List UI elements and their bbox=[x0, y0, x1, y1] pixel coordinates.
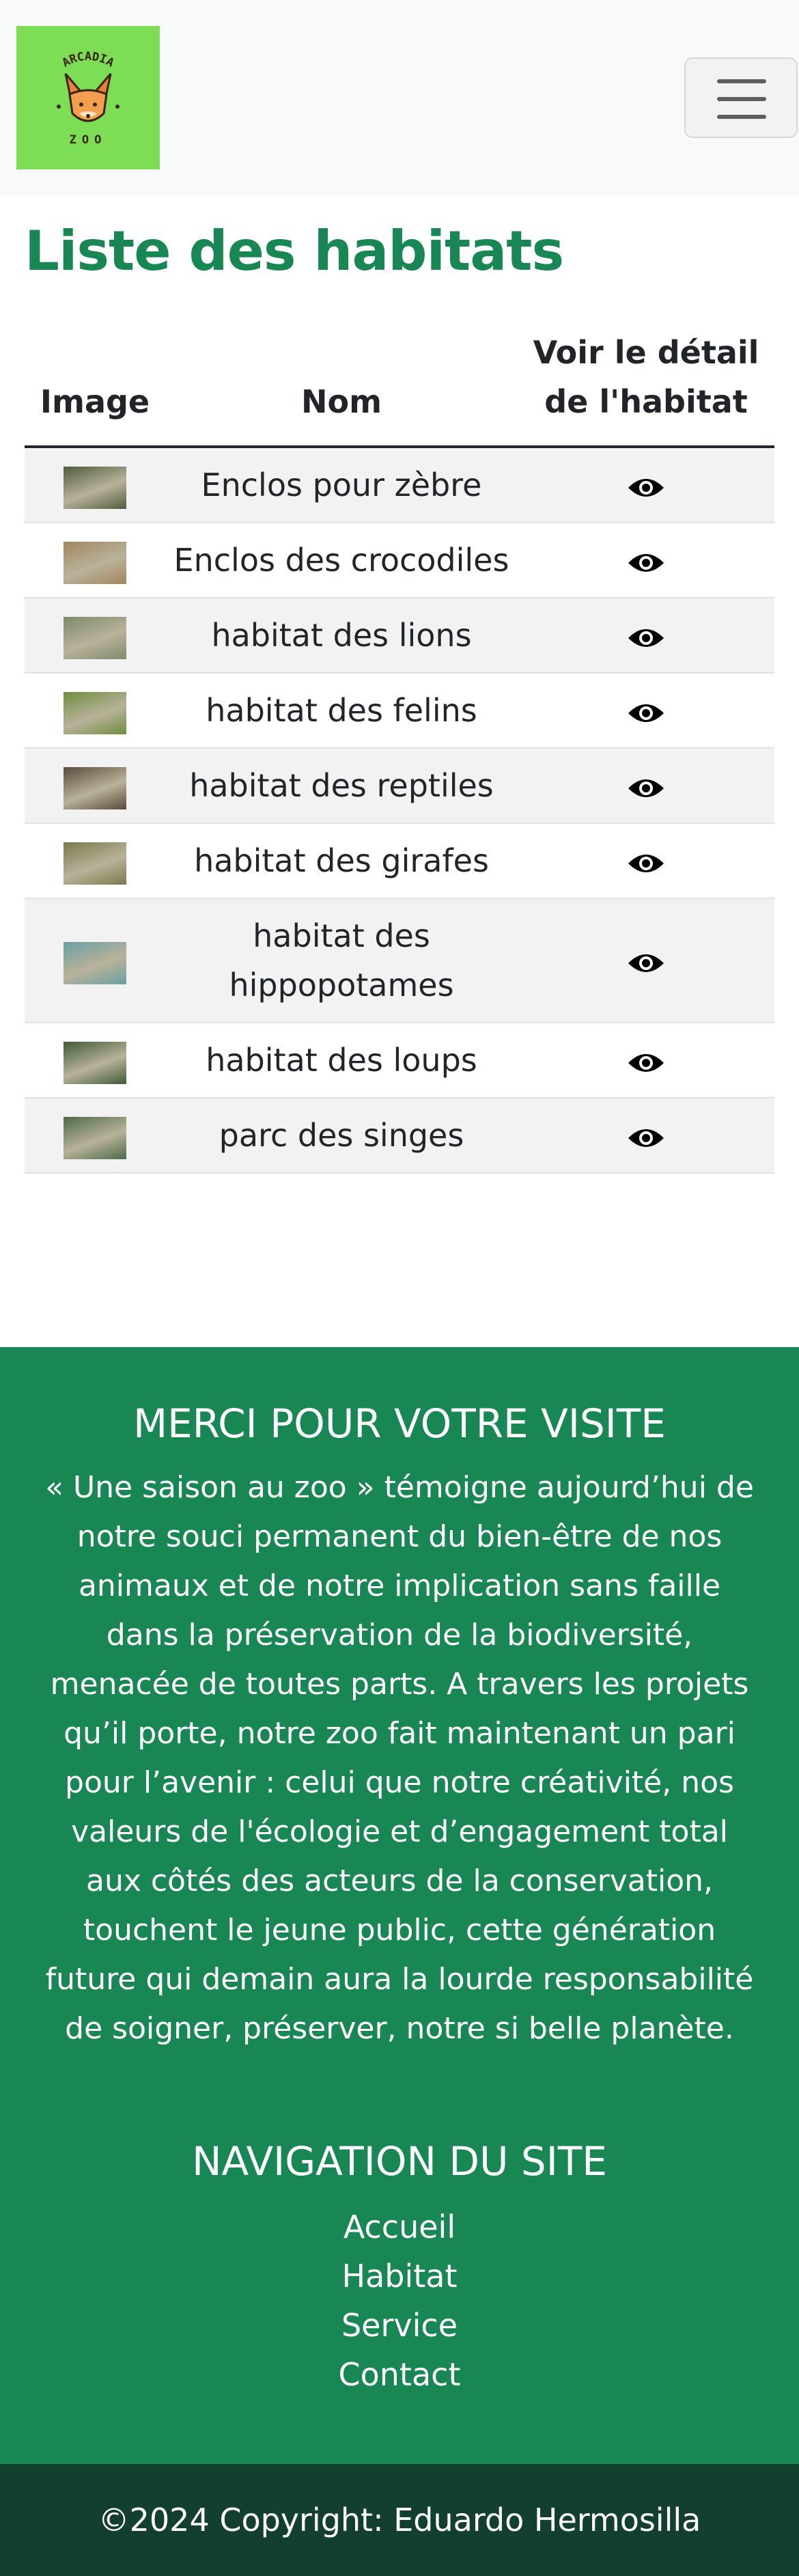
habitat-thumbnail bbox=[64, 466, 126, 509]
cell-image bbox=[25, 1098, 165, 1174]
nav-link-contact[interactable]: Contact bbox=[339, 2356, 461, 2393]
cell-habitat-name: habitat des reptiles bbox=[165, 748, 518, 824]
habitats-table: Image Nom Voir le détail de l'habitat En… bbox=[25, 321, 774, 1174]
habitat-thumbnail bbox=[64, 766, 126, 809]
copyright-text: ©2024 Copyright: Eduardo Hermosilla bbox=[98, 2502, 701, 2538]
cell-image bbox=[25, 898, 165, 1023]
site-logo[interactable]: ARCADIA ZOO bbox=[16, 26, 160, 169]
habitat-thumbnail bbox=[64, 616, 126, 659]
habitat-thumbnail bbox=[64, 842, 126, 885]
nav-title: NAVIGATION DU SITE bbox=[192, 2138, 607, 2185]
eye-icon bbox=[628, 553, 664, 572]
eye-icon bbox=[628, 478, 664, 497]
view-habitat-detail-link[interactable] bbox=[627, 942, 665, 979]
header-image: Image bbox=[25, 321, 165, 448]
view-habitat-detail-link[interactable] bbox=[627, 767, 665, 804]
cell-image bbox=[25, 823, 165, 899]
habitat-thumbnail bbox=[64, 1116, 126, 1159]
cell-image bbox=[25, 1023, 165, 1098]
eye-icon bbox=[628, 854, 664, 872]
footer: MERCI POUR VOTRE VISITE « Une saison au … bbox=[0, 1347, 799, 2464]
nav-link-accueil[interactable]: Accueil bbox=[344, 2208, 455, 2245]
svg-text:ARCADIA: ARCADIA bbox=[60, 50, 117, 70]
cell-detail bbox=[518, 898, 774, 1023]
cell-habitat-name: habitat des lions bbox=[165, 598, 518, 674]
table-row: habitat des hippopotames bbox=[25, 898, 774, 1023]
cell-habitat-name: habitat des hippopotames bbox=[165, 898, 518, 1023]
cell-detail bbox=[518, 823, 774, 899]
nav-link-habitat[interactable]: Habitat bbox=[341, 2258, 457, 2295]
cell-image bbox=[25, 748, 165, 824]
copyright-bar: ©2024 Copyright: Eduardo Hermosilla bbox=[0, 2464, 799, 2576]
view-habitat-detail-link[interactable] bbox=[627, 467, 665, 503]
cell-detail bbox=[518, 1098, 774, 1174]
cell-image bbox=[25, 598, 165, 674]
merci-title: MERCI POUR VOTRE VISITE bbox=[133, 1400, 666, 1447]
cell-detail bbox=[518, 748, 774, 824]
svg-text:ZOO: ZOO bbox=[70, 133, 107, 147]
habitat-thumbnail bbox=[64, 941, 126, 984]
footer-nav: Accueil Habitat Service Contact bbox=[0, 2202, 799, 2399]
view-habitat-detail-link[interactable] bbox=[627, 1042, 665, 1079]
merci-text: « Une saison au zoo » témoigne aujourd’h… bbox=[45, 1470, 754, 2046]
habitat-thumbnail bbox=[64, 541, 126, 584]
cell-habitat-name: habitat des girafes bbox=[165, 823, 518, 899]
eye-icon bbox=[628, 954, 664, 972]
header-detail: Voir le détail de l'habitat bbox=[518, 321, 774, 448]
habitat-thumbnail bbox=[64, 691, 126, 734]
table-row: habitat des lions bbox=[25, 598, 774, 674]
view-habitat-detail-link[interactable] bbox=[627, 692, 665, 729]
eye-icon bbox=[628, 779, 664, 797]
hamburger-icon-bar bbox=[717, 115, 766, 119]
cell-habitat-name: habitat des felins bbox=[165, 673, 518, 749]
table-row: parc des singes bbox=[25, 1098, 774, 1174]
cell-image bbox=[25, 447, 165, 523]
table-header-row: Image Nom Voir le détail de l'habitat bbox=[25, 321, 774, 448]
table-row: habitat des girafes bbox=[25, 823, 774, 899]
habitat-thumbnail bbox=[64, 1041, 126, 1084]
cell-habitat-name: Enclos des crocodiles bbox=[165, 523, 518, 598]
hamburger-icon-bar bbox=[717, 79, 766, 83]
cell-habitat-name: habitat des loups bbox=[165, 1023, 518, 1098]
nav-link-service[interactable]: Service bbox=[341, 2307, 458, 2344]
cell-habitat-name: Enclos pour zèbre bbox=[165, 447, 518, 523]
eye-icon bbox=[628, 1053, 664, 1072]
cell-detail bbox=[518, 598, 774, 674]
fox-logo-icon: ARCADIA ZOO bbox=[57, 50, 120, 147]
page-title: Liste des habitats bbox=[25, 219, 564, 283]
menu-toggle-button[interactable] bbox=[684, 57, 798, 138]
eye-icon bbox=[628, 704, 664, 722]
navbar: ARCADIA ZOO bbox=[0, 0, 799, 197]
table-row: habitat des loups bbox=[25, 1023, 774, 1098]
cell-detail bbox=[518, 1023, 774, 1098]
eye-icon bbox=[628, 628, 664, 647]
cell-image bbox=[25, 673, 165, 749]
header-name: Nom bbox=[165, 321, 518, 448]
view-habitat-detail-link[interactable] bbox=[627, 542, 665, 579]
cell-detail bbox=[518, 447, 774, 523]
view-habitat-detail-link[interactable] bbox=[627, 617, 665, 654]
table-row: habitat des reptiles bbox=[25, 748, 774, 824]
view-habitat-detail-link[interactable] bbox=[627, 1117, 665, 1154]
cell-habitat-name: parc des singes bbox=[165, 1098, 518, 1174]
view-habitat-detail-link[interactable] bbox=[627, 842, 665, 879]
table-row: habitat des felins bbox=[25, 673, 774, 749]
table-row: Enclos des crocodiles bbox=[25, 523, 774, 598]
cell-detail bbox=[518, 673, 774, 749]
eye-icon bbox=[628, 1128, 664, 1147]
table-row: Enclos pour zèbre bbox=[25, 447, 774, 523]
cell-detail bbox=[518, 523, 774, 598]
hamburger-icon-bar bbox=[717, 97, 766, 101]
cell-image bbox=[25, 523, 165, 598]
